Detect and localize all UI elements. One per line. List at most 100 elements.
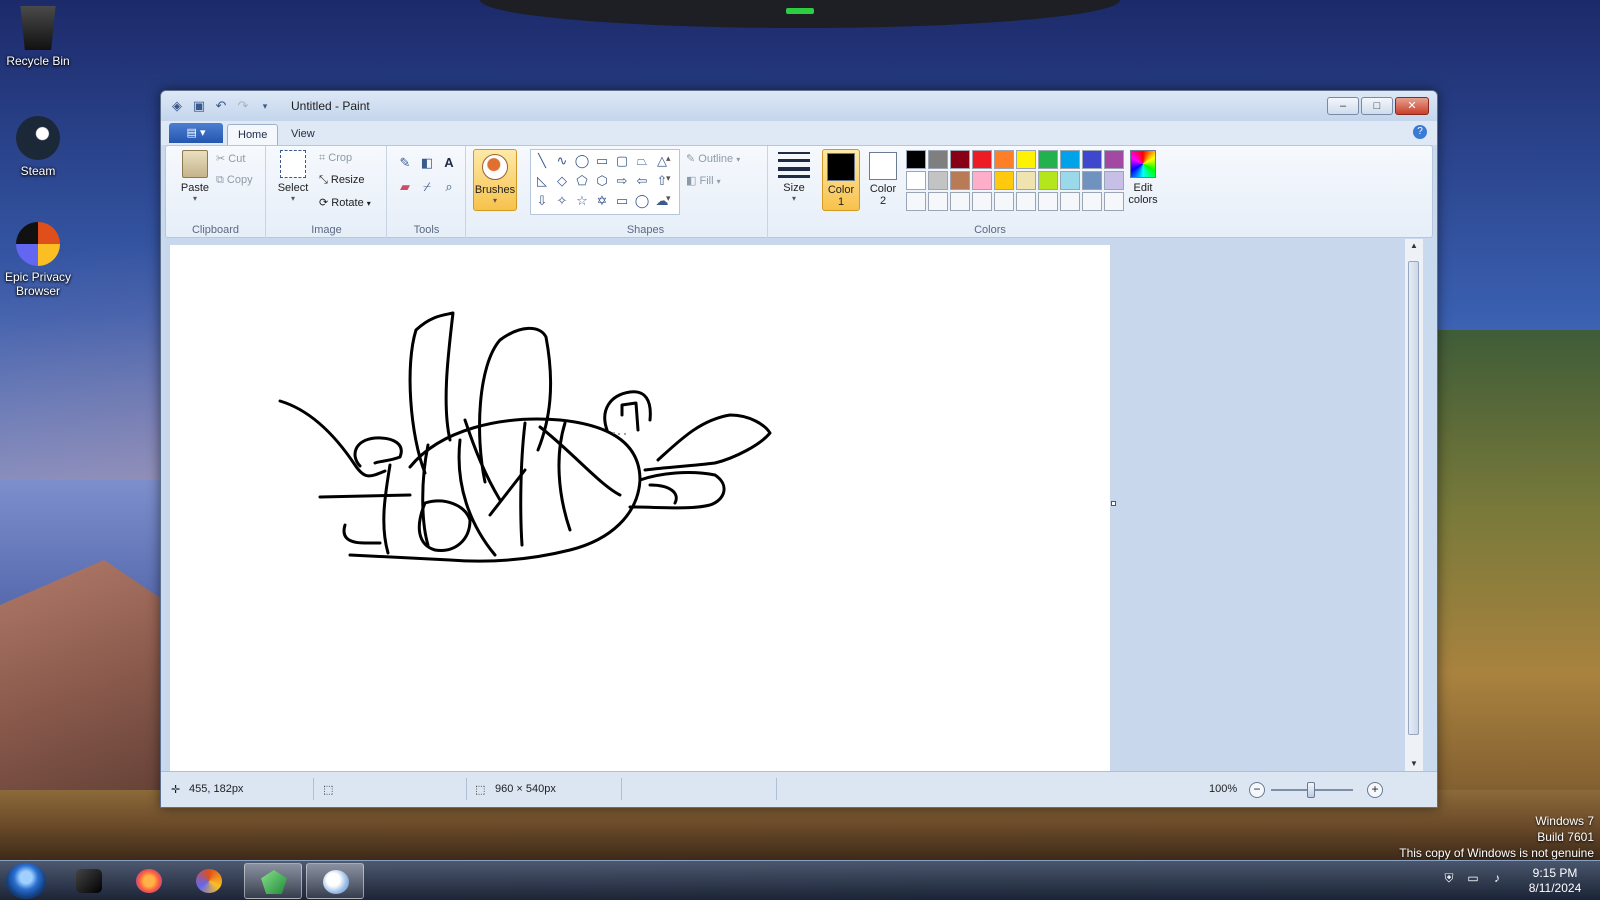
palette-swatch[interactable] [1082,192,1102,211]
color1-button[interactable]: Color 1 [822,149,860,211]
rounded-rectangle-shape-icon[interactable]: ▢ [613,152,631,170]
palette-swatch[interactable] [994,171,1014,190]
zoom-in-button[interactable]: + [1367,782,1383,798]
tab-view[interactable]: View [281,124,325,145]
palette-swatch[interactable] [994,192,1014,211]
palette-swatch[interactable] [1016,150,1036,169]
right-triangle-shape-icon[interactable]: ◺ [533,172,551,190]
desktop-icon-epic-browser[interactable]: Epic Privacy Browser [0,222,76,298]
pencil-icon[interactable]: ✎ [396,154,414,172]
paint-menu-button[interactable]: ▤ ▾ [169,123,223,143]
taskbar-app-paint[interactable] [306,863,364,899]
crop-button[interactable]: ⌗ Crop [319,152,352,165]
save-icon[interactable]: ▣ [191,98,207,114]
color-picker-icon[interactable]: ⌿ [418,178,436,196]
palette-swatch[interactable] [928,150,948,169]
tab-home[interactable]: Home [227,124,279,145]
fill-button[interactable]: ◧ Fill ▾ [686,174,721,187]
palette-swatch[interactable] [1082,150,1102,169]
taskbar-clock[interactable]: 9:15 PM 8/11/2024 [1520,866,1590,896]
magnifier-icon[interactable]: ⌕ [440,178,458,196]
vertical-scrollbar[interactable]: ▲ ▼ [1405,239,1423,771]
paint-app-icon[interactable]: ◈ [169,98,185,114]
title-bar[interactable]: ◈ ▣ ↶ ↷ ▾ Untitled - Paint – □ ✕ [161,91,1437,121]
palette-swatch[interactable] [1060,150,1080,169]
palette-swatch[interactable] [950,192,970,211]
eraser-icon[interactable]: ▰ [396,178,414,196]
callout-oval-shape-icon[interactable]: ◯ [633,192,651,210]
palette-swatch[interactable] [994,150,1014,169]
palette-swatch[interactable] [928,192,948,211]
left-arrow-shape-icon[interactable]: ⇦ [633,172,651,190]
redo-icon[interactable]: ↷ [235,98,251,114]
size-button[interactable]: Size ▾ [775,152,813,203]
palette-swatch[interactable] [1016,171,1036,190]
scroll-down-icon[interactable]: ▼ [1409,759,1419,769]
palette-swatch[interactable] [950,150,970,169]
pentagon-shape-icon[interactable]: ⬠ [573,172,591,190]
drawing-canvas[interactable] [170,245,1110,771]
fill-bucket-icon[interactable]: ◧ [418,154,436,172]
start-button[interactable] [6,863,46,899]
close-button[interactable]: ✕ [1395,97,1429,115]
palette-swatch[interactable] [1082,171,1102,190]
right-arrow-shape-icon[interactable]: ⇨ [613,172,631,190]
outline-button[interactable]: ✎ Outline ▾ [686,152,740,165]
five-point-star-shape-icon[interactable]: ☆ [573,192,591,210]
zoom-slider-thumb[interactable] [1307,782,1315,798]
palette-swatch[interactable] [972,171,992,190]
network-icon[interactable]: ▭ [1466,871,1480,885]
palette-swatch[interactable] [972,150,992,169]
brushes-button[interactable]: Brushes ▾ [473,149,517,211]
taskbar-app[interactable] [120,863,178,899]
help-icon[interactable]: ? [1413,125,1427,139]
zoom-out-button[interactable]: − [1249,782,1265,798]
polygon-shape-icon[interactable]: ⏢ [633,152,651,170]
shapes-scroll-button[interactable]: ▴ ▾ ▾ [666,148,671,208]
desktop-icon-steam[interactable]: Steam [0,116,76,178]
undo-icon[interactable]: ↶ [213,98,229,114]
palette-swatch[interactable] [906,171,926,190]
palette-swatch[interactable] [1104,171,1124,190]
palette-swatch[interactable] [950,171,970,190]
down-arrow-shape-icon[interactable]: ⇩ [533,192,551,210]
palette-swatch[interactable] [906,150,926,169]
scroll-up-icon[interactable]: ▲ [1409,241,1419,251]
hexagon-shape-icon[interactable]: ⬡ [593,172,611,190]
resize-button[interactable]: ⤡ Resize [319,174,365,187]
palette-swatch[interactable] [906,192,926,211]
paste-button[interactable]: Paste ▾ [174,150,216,203]
edit-colors-button[interactable]: Edit colors [1126,150,1160,206]
text-tool-icon[interactable]: A [440,154,458,172]
diamond-shape-icon[interactable]: ◇ [553,172,571,190]
cut-button[interactable]: ✂ Cut [216,152,245,165]
oval-shape-icon[interactable]: ◯ [573,152,591,170]
taskbar-app[interactable] [60,863,118,899]
palette-swatch[interactable] [1016,192,1036,211]
palette-swatch[interactable] [1104,192,1124,211]
scrollbar-thumb[interactable] [1408,261,1419,735]
four-point-star-shape-icon[interactable]: ✧ [553,192,571,210]
rectangle-shape-icon[interactable]: ▭ [593,152,611,170]
taskbar-app[interactable] [180,863,238,899]
six-point-star-shape-icon[interactable]: ✡ [593,192,611,210]
copy-button[interactable]: ⧉ Copy [216,174,253,187]
line-shape-icon[interactable]: ╲ [533,152,551,170]
palette-swatch[interactable] [1104,150,1124,169]
palette-swatch[interactable] [1038,150,1058,169]
desktop-icon-recycle-bin[interactable]: Recycle Bin [0,6,76,68]
taskbar-app[interactable] [244,863,302,899]
select-button[interactable]: Select ▾ [273,150,313,203]
palette-swatch[interactable] [928,171,948,190]
palette-swatch[interactable] [1060,192,1080,211]
curve-shape-icon[interactable]: ∿ [553,152,571,170]
maximize-button[interactable]: □ [1361,97,1393,115]
shield-icon[interactable]: ⛨ [1442,871,1456,885]
minimize-button[interactable]: – [1327,97,1359,115]
canvas-resize-handle[interactable] [1111,501,1116,506]
customize-qat-icon[interactable]: ▾ [257,98,273,114]
palette-swatch[interactable] [972,192,992,211]
callout-rect-shape-icon[interactable]: ▭ [613,192,631,210]
volume-icon[interactable]: ♪ [1490,871,1504,885]
rotate-button[interactable]: ⟳ Rotate ▾ [319,196,371,209]
